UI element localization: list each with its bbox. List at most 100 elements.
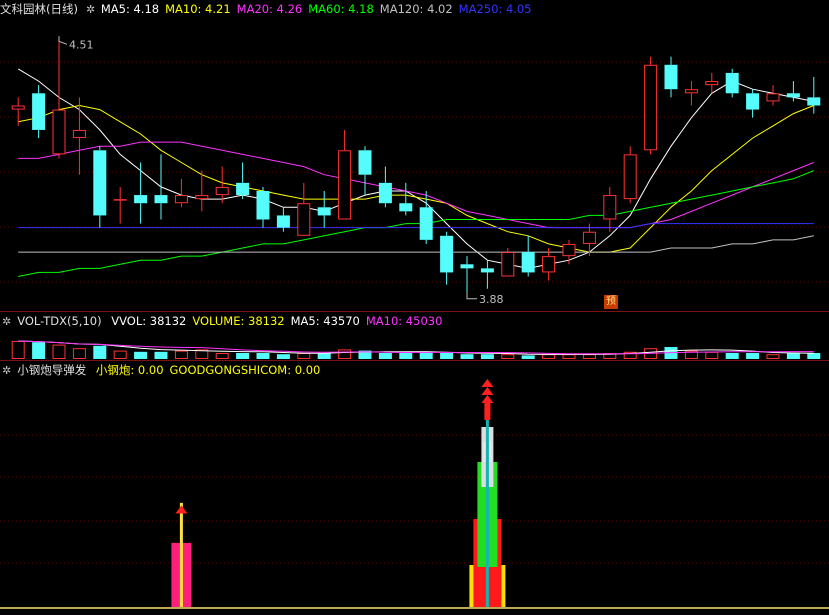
signal-arrow: [481, 379, 494, 387]
price-panel[interactable]: 文科园林(日线) ✲ MA5: 4.18 MA10: 4.21 MA20: 4.26 M…: [0, 0, 829, 311]
candle-down: [807, 97, 821, 106]
volume-bar-down: [725, 353, 739, 359]
stock-name: 文科园林: [0, 2, 46, 16]
volume-bar-down: [32, 342, 46, 359]
indicator-title: 小钢炮导弹发: [17, 363, 87, 377]
volume-bar-down: [378, 353, 392, 359]
candle-up: [644, 64, 658, 151]
volume-bar-down: [134, 351, 148, 359]
volume-panel-header: ✲ VOL-TDX(5,10) VVOL: 38132 VOLUME: 38132 M…: [0, 312, 454, 330]
candle-up: [72, 129, 86, 139]
candle-up: [113, 199, 127, 201]
low-marker-label: 3.88: [479, 293, 504, 306]
ma-line-ma5: [17, 68, 814, 269]
candle-down: [276, 215, 290, 228]
candle-up: [52, 109, 66, 155]
volume-bar-down: [276, 354, 290, 359]
ma-label: MA120: 4.02: [379, 2, 453, 16]
volume-bar-down: [399, 353, 413, 359]
candle-up: [562, 243, 576, 257]
candle-up: [338, 150, 352, 220]
volume-bar-down: [256, 353, 270, 359]
candle-up: [766, 93, 780, 102]
ma-label: MA250: 4.05: [458, 2, 532, 16]
volume-bar-up: [501, 354, 515, 360]
candle-down: [378, 182, 392, 204]
candle-down: [664, 64, 678, 90]
candle-up: [684, 89, 698, 94]
volume-bar-up: [705, 351, 719, 359]
volume-bar-up: [562, 354, 576, 360]
volume-title: VOL-TDX(5,10): [17, 314, 102, 328]
volume-bar-down: [480, 354, 494, 359]
volume-bar-down: [460, 354, 474, 359]
ma-label: MA20: 4.26: [236, 2, 303, 16]
candle-down: [154, 195, 168, 204]
high-marker-label: 4.51: [69, 38, 94, 51]
candle-down: [93, 150, 107, 216]
volume-bar-up: [215, 353, 229, 359]
indicator-panel[interactable]: ✲ 小钢炮导弹发 小钢炮: 0.00 GOODGONGSHICOM: 0.00: [0, 361, 829, 615]
candle-up: [705, 81, 719, 86]
volume-bar-up: [72, 348, 86, 360]
volume-bar-down: [786, 353, 800, 359]
candle-up: [195, 195, 209, 200]
period-label: (日线): [46, 2, 78, 16]
price-chart[interactable]: 4.51 3.88: [0, 0, 829, 311]
volume-panel[interactable]: ✲ VOL-TDX(5,10) VVOL: 38132 VOLUME: 38132 M…: [0, 312, 829, 360]
signal-arrow: [175, 505, 188, 514]
candle-down: [399, 203, 413, 212]
candle-down: [317, 207, 331, 216]
volume-bar-up: [113, 350, 127, 359]
settings-gear-icon[interactable]: ✲: [2, 362, 11, 380]
indicator-label: 小钢炮: 0.00: [95, 363, 164, 377]
volume-bar-up: [582, 354, 596, 360]
indicator-chart[interactable]: [0, 361, 829, 615]
candle-up: [603, 195, 617, 220]
candle-down: [440, 235, 454, 273]
forecast-badge[interactable]: 预: [604, 295, 618, 309]
volume-label: VOLUME: 38132: [192, 314, 285, 328]
ma-line-ma120: [18, 235, 814, 253]
candle-down: [358, 150, 372, 175]
candle-up: [215, 186, 229, 196]
volume-bar-down: [440, 353, 454, 359]
volume-bar-down: [236, 353, 250, 359]
high-marker-arrow: [58, 36, 68, 45]
volume-bar-up: [338, 349, 352, 360]
volume-bar-up: [297, 353, 311, 359]
volume-bar-up: [52, 344, 66, 359]
volume-bar-down: [807, 353, 821, 359]
candle-down: [725, 72, 739, 94]
ma-legend: MA5: 4.18 MA10: 4.21 MA20: 4.26 MA60: 4.18 M…: [101, 2, 538, 16]
candle-up: [11, 105, 25, 110]
indicator-label: GOODGONGSHICOM: 0.00: [169, 363, 321, 377]
volume-bar-down: [93, 345, 107, 359]
candle-up: [174, 195, 188, 204]
settings-gear-icon[interactable]: ✲: [86, 1, 95, 19]
signal-arrow: [481, 395, 494, 403]
volume-bar-down: [154, 351, 168, 359]
candle-down: [460, 264, 474, 269]
volume-bar-up: [542, 354, 556, 360]
ma-label: MA10: 4.21: [165, 2, 231, 16]
volume-bar-down: [317, 353, 331, 359]
volume-bar-up: [766, 354, 780, 360]
candle-down: [134, 195, 148, 204]
signal-arrow: [481, 387, 494, 395]
ma-line-ma20: [18, 141, 814, 229]
settings-gear-icon[interactable]: ✲: [2, 313, 11, 331]
volume-label: MA10: 45030: [365, 314, 443, 328]
candle-up: [297, 203, 311, 236]
volume-bar-up: [11, 341, 25, 359]
candle-up: [542, 256, 556, 273]
candle-up: [582, 231, 596, 244]
ma-line-ma10: [18, 104, 814, 253]
signal-stem: [484, 402, 491, 420]
candle-up: [501, 252, 515, 277]
volume-label: VVOL: 38132: [111, 314, 187, 328]
ma-label: MA60: 4.18: [308, 2, 374, 16]
candle-down: [236, 182, 250, 196]
ma-label: MA5: 4.18: [100, 2, 160, 16]
low-marker-arrow: [466, 292, 477, 300]
